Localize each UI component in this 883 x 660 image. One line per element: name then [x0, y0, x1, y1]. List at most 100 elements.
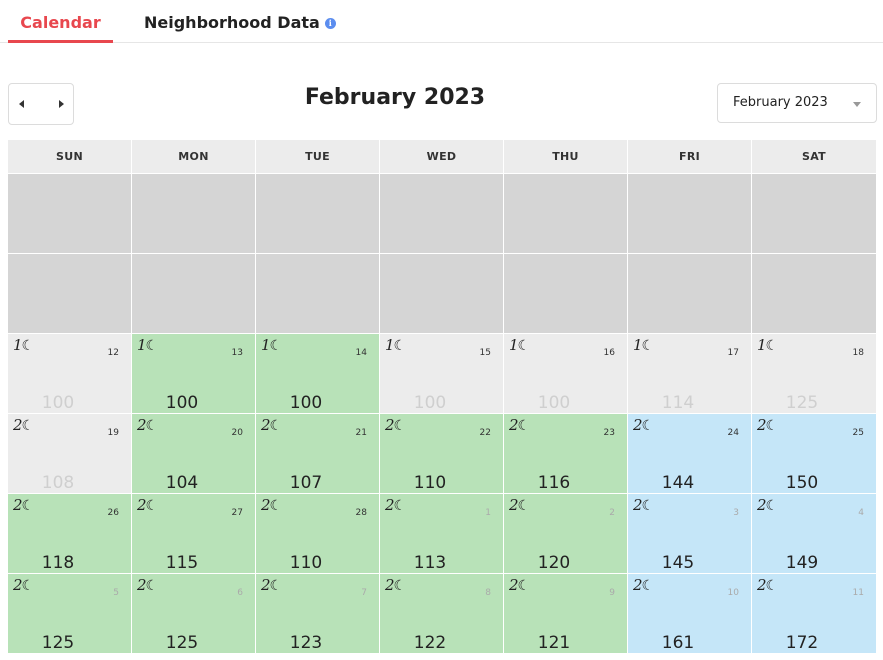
day-number: 20: [231, 428, 243, 438]
calendar-week-row: 2☾ 26 118 2☾ 27 115 2☾ 28 110 2☾ 1 113 2☾ 2 120 2☾ 3 145 2…: [8, 493, 876, 573]
calendar-day-cell[interactable]: 2☾ 22 110: [380, 414, 504, 493]
moon-icon: ☾: [765, 498, 779, 514]
calendar-day-cell[interactable]: 1☾ 16 100: [504, 334, 628, 413]
day-number: 24: [727, 428, 739, 438]
moon-icon: ☾: [517, 578, 531, 594]
day-number: 21: [355, 428, 367, 438]
calendar-day-cell[interactable]: 2☾ 5 125: [8, 574, 132, 653]
min-nights: 2☾: [633, 416, 654, 434]
calendar-day-cell[interactable]: 1☾ 14 100: [256, 334, 380, 413]
calendar-day-cell[interactable]: 2☾ 25 150: [752, 414, 876, 493]
tab-calendar[interactable]: Calendar: [8, 0, 113, 43]
day-price: 100: [413, 393, 447, 413]
weekday-label: MON: [132, 140, 256, 173]
day-number: 18: [852, 348, 864, 358]
day-number: 16: [603, 348, 615, 358]
calendar-day-cell[interactable]: 2☾ 2 120: [504, 494, 628, 573]
calendar-day-cell[interactable]: 2☾ 6 125: [132, 574, 256, 653]
calendar-day-cell[interactable]: 2☾ 8 122: [380, 574, 504, 653]
min-nights: 2☾: [137, 496, 158, 514]
moon-icon: ☾: [269, 498, 283, 514]
day-number: 4: [858, 508, 864, 518]
calendar-day-cell[interactable]: 2☾ 21 107: [256, 414, 380, 493]
day-price: 149: [785, 553, 819, 573]
day-price: 120: [537, 553, 571, 573]
day-price: 125: [41, 633, 75, 653]
day-number: 9: [609, 588, 615, 598]
calendar-day-cell[interactable]: 1☾ 12 100: [8, 334, 132, 413]
calendar-day-cell[interactable]: 2☾ 24 144: [628, 414, 752, 493]
calendar-day-cell[interactable]: 2☾ 11 172: [752, 574, 876, 653]
info-icon[interactable]: i: [324, 18, 336, 29]
calendar-day-cell[interactable]: 2☾ 1 113: [380, 494, 504, 573]
tab-bar: Calendar Neighborhood Data i: [0, 0, 883, 43]
min-nights: 2☾: [757, 416, 778, 434]
moon-icon: ☾: [21, 498, 35, 514]
min-nights: 2☾: [13, 416, 34, 434]
day-number: 23: [603, 428, 615, 438]
min-nights: 1☾: [757, 336, 778, 354]
moon-icon: ☾: [269, 578, 283, 594]
weekday-label: WED: [380, 140, 504, 173]
moon-icon: ☾: [641, 338, 655, 354]
min-nights: 2☾: [137, 576, 158, 594]
min-nights: 2☾: [633, 496, 654, 514]
day-price: 123: [289, 633, 323, 653]
moon-icon: ☾: [145, 498, 159, 514]
calendar-day-cell[interactable]: 2☾ 4 149: [752, 494, 876, 573]
min-nights: 2☾: [261, 416, 282, 434]
calendar-day-cell[interactable]: 1☾ 18 125: [752, 334, 876, 413]
calendar-empty-cell: [504, 174, 628, 253]
moon-icon: ☾: [641, 418, 655, 434]
moon-icon: ☾: [269, 338, 283, 354]
month-select[interactable]: February 2023: [717, 83, 877, 123]
calendar-day-cell[interactable]: 2☾ 19 108: [8, 414, 132, 493]
min-nights: 1☾: [633, 336, 654, 354]
min-nights: 1☾: [137, 336, 158, 354]
calendar-day-cell[interactable]: 2☾ 26 118: [8, 494, 132, 573]
day-price: 118: [41, 553, 75, 573]
calendar-day-cell[interactable]: 1☾ 13 100: [132, 334, 256, 413]
weekday-label: THU: [504, 140, 628, 173]
calendar-empty-cell: [256, 254, 380, 333]
moon-icon: ☾: [765, 578, 779, 594]
min-nights: 2☾: [509, 416, 530, 434]
calendar-day-cell[interactable]: 2☾ 23 116: [504, 414, 628, 493]
calendar-empty-cell: [380, 174, 504, 253]
calendar-day-cell[interactable]: 2☾ 20 104: [132, 414, 256, 493]
calendar-empty-cell: [132, 254, 256, 333]
day-price: 125: [785, 393, 819, 413]
calendar-empty-cell: [8, 174, 132, 253]
calendar-day-cell[interactable]: 1☾ 17 114: [628, 334, 752, 413]
day-price: 110: [413, 473, 447, 493]
day-price: 172: [785, 633, 819, 653]
day-price: 114: [661, 393, 695, 413]
calendar-day-cell[interactable]: 1☾ 15 100: [380, 334, 504, 413]
caret-right-icon: [59, 100, 64, 108]
day-number: 7: [361, 588, 367, 598]
min-nights: 2☾: [13, 576, 34, 594]
day-price: 100: [165, 393, 199, 413]
day-price: 150: [785, 473, 819, 493]
calendar-day-cell[interactable]: 2☾ 10 161: [628, 574, 752, 653]
tab-neighborhood-data[interactable]: Neighborhood Data i: [144, 0, 336, 43]
day-price: 113: [413, 553, 447, 573]
day-number: 19: [107, 428, 119, 438]
calendar-day-cell[interactable]: 2☾ 9 121: [504, 574, 628, 653]
min-nights: 2☾: [385, 496, 406, 514]
day-number: 14: [355, 348, 367, 358]
day-number: 22: [479, 428, 491, 438]
calendar-day-cell[interactable]: 2☾ 27 115: [132, 494, 256, 573]
next-month-button[interactable]: [41, 84, 73, 124]
day-price: 100: [289, 393, 323, 413]
calendar-day-cell[interactable]: 2☾ 7 123: [256, 574, 380, 653]
calendar-day-cell[interactable]: 2☾ 3 145: [628, 494, 752, 573]
prev-month-button[interactable]: [9, 84, 41, 124]
day-price: 125: [165, 633, 199, 653]
calendar-week-row: [8, 253, 876, 333]
min-nights: 1☾: [261, 336, 282, 354]
calendar-day-cell[interactable]: 2☾ 28 110: [256, 494, 380, 573]
caret-left-icon: [19, 100, 24, 108]
moon-icon: ☾: [393, 578, 407, 594]
moon-icon: ☾: [21, 578, 35, 594]
